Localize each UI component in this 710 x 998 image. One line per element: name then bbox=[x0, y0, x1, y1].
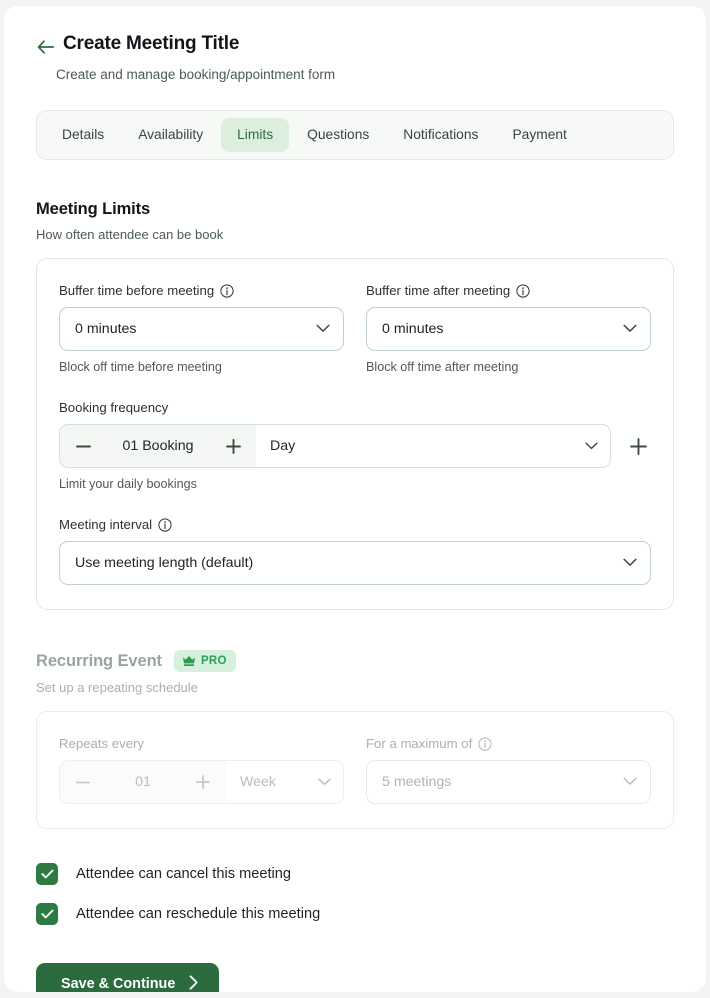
decrement-button[interactable] bbox=[60, 425, 106, 467]
booking-frequency-period-select[interactable]: Day bbox=[256, 425, 610, 467]
info-icon[interactable] bbox=[158, 517, 172, 532]
increment-button bbox=[180, 761, 226, 803]
chevron-down-icon bbox=[623, 321, 637, 337]
recurring-event-panel: Repeats every 01 Week For a maximum of 5… bbox=[36, 711, 674, 829]
option-reschedule-row[interactable]: Attendee can reschedule this meeting bbox=[36, 903, 674, 925]
meeting-interval-value: Use meeting length (default) bbox=[75, 555, 254, 571]
maximum-field: For a maximum of 5 meetings bbox=[366, 736, 651, 804]
booking-frequency-value: 01 Booking bbox=[122, 438, 194, 454]
pro-badge[interactable]: PRO bbox=[173, 650, 236, 672]
buffer-after-label-row: Buffer time after meeting bbox=[366, 283, 651, 298]
info-icon[interactable] bbox=[220, 283, 234, 298]
buffer-after-field: Buffer time after meeting 0 minutes Bloc… bbox=[366, 283, 651, 374]
crown-icon bbox=[182, 655, 196, 667]
booking-frequency-period-value: Day bbox=[270, 438, 296, 454]
maximum-label-row: For a maximum of bbox=[366, 736, 651, 751]
page-header: Create Meeting Title bbox=[36, 33, 674, 58]
maximum-select: 5 meetings bbox=[366, 760, 651, 804]
buffer-after-select[interactable]: 0 minutes bbox=[366, 307, 651, 351]
repeats-every-period-value: Week bbox=[240, 774, 277, 790]
meeting-interval-label-row: Meeting interval bbox=[59, 517, 651, 532]
option-cancel-label: Attendee can cancel this meeting bbox=[76, 866, 291, 882]
recurring-event-row: Repeats every 01 Week For a maximum of 5… bbox=[59, 736, 651, 804]
page-content: Create Meeting Title Create and manage b… bbox=[4, 6, 706, 992]
repeats-every-field: Repeats every 01 Week bbox=[59, 736, 344, 804]
repeats-every-stepper: 01 bbox=[60, 761, 226, 803]
buffer-before-value: 0 minutes bbox=[75, 321, 137, 337]
meeting-limits-title: Meeting Limits bbox=[36, 200, 151, 218]
recurring-event-header: Recurring Event PRO Set up a repeating s… bbox=[36, 650, 674, 695]
checkbox-attendee-can-reschedule[interactable] bbox=[36, 903, 58, 925]
booking-frequency-help: Limit your daily bookings bbox=[59, 477, 197, 491]
app-page: Create Meeting Title Create and manage b… bbox=[0, 0, 710, 998]
pro-badge-label: PRO bbox=[200, 655, 227, 667]
maximum-value: 5 meetings bbox=[382, 774, 452, 790]
option-cancel-row[interactable]: Attendee can cancel this meeting bbox=[36, 863, 674, 885]
chevron-down-icon bbox=[316, 321, 330, 337]
meeting-interval-label: Meeting interval bbox=[59, 517, 153, 532]
buffer-before-label-row: Buffer time before meeting bbox=[59, 283, 344, 298]
meeting-limits-subtitle: How often attendee can be book bbox=[36, 227, 224, 242]
booking-frequency-label-row: Booking frequency bbox=[59, 400, 651, 415]
option-reschedule-label: Attendee can reschedule this meeting bbox=[76, 906, 321, 922]
repeats-every-label: Repeats every bbox=[59, 736, 145, 751]
page-subtitle: Create and manage booking/appointment fo… bbox=[56, 67, 336, 82]
repeats-every-combo: 01 Week bbox=[59, 760, 344, 804]
buffer-before-help: Block off time before meeting bbox=[59, 360, 222, 374]
add-frequency-rule-button[interactable] bbox=[625, 433, 651, 459]
buffer-before-select[interactable]: 0 minutes bbox=[59, 307, 344, 351]
maximum-label: For a maximum of bbox=[366, 736, 473, 751]
tab-limits[interactable]: Limits bbox=[221, 118, 290, 152]
page-card: Create Meeting Title Create and manage b… bbox=[4, 6, 706, 992]
chevron-down-icon bbox=[623, 774, 637, 790]
tab-notifications[interactable]: Notifications bbox=[387, 118, 494, 152]
recurring-event-title-row: Recurring Event PRO bbox=[36, 650, 674, 672]
buffer-after-label: Buffer time after meeting bbox=[366, 283, 511, 298]
meeting-limits-panel: Buffer time before meeting 0 minutes Blo… bbox=[36, 258, 674, 610]
meeting-interval-select[interactable]: Use meeting length (default) bbox=[59, 541, 651, 585]
recurring-event-title: Recurring Event bbox=[36, 651, 162, 670]
info-icon[interactable] bbox=[516, 283, 530, 298]
repeats-every-label-row: Repeats every bbox=[59, 736, 344, 751]
repeats-every-period-select: Week bbox=[226, 761, 343, 803]
buffer-time-row: Buffer time before meeting 0 minutes Blo… bbox=[59, 283, 651, 374]
booking-frequency-field: Booking frequency 01 Booking Day Limit y… bbox=[59, 400, 651, 491]
repeats-every-value: 01 bbox=[135, 774, 151, 790]
decrement-button bbox=[60, 761, 106, 803]
buffer-after-help: Block off time after meeting bbox=[366, 360, 519, 374]
buffer-after-value: 0 minutes bbox=[382, 321, 444, 337]
save-and-continue-button[interactable]: Save & Continue bbox=[36, 963, 220, 993]
booking-frequency-row: 01 Booking Day bbox=[59, 424, 651, 468]
chevron-down-icon bbox=[585, 438, 598, 454]
chevron-down-icon bbox=[318, 774, 331, 790]
attendee-options: Attendee can cancel this meeting Attende… bbox=[36, 863, 674, 925]
tab-questions[interactable]: Questions bbox=[291, 118, 385, 152]
checkbox-attendee-can-cancel[interactable] bbox=[36, 863, 58, 885]
tab-payment[interactable]: Payment bbox=[496, 118, 582, 152]
meeting-interval-field: Meeting interval Use meeting length (def… bbox=[59, 517, 651, 585]
page-title: Create Meeting Title bbox=[63, 33, 240, 54]
meeting-limits-header: Meeting Limits How often attendee can be… bbox=[36, 200, 674, 242]
booking-frequency-stepper: 01 Booking bbox=[60, 425, 256, 467]
info-icon bbox=[478, 736, 492, 751]
increment-button[interactable] bbox=[210, 425, 256, 467]
buffer-before-field: Buffer time before meeting 0 minutes Blo… bbox=[59, 283, 344, 374]
recurring-event-subtitle: Set up a repeating schedule bbox=[36, 680, 198, 695]
tab-availability[interactable]: Availability bbox=[122, 118, 219, 152]
tab-bar: Details Availability Limits Questions No… bbox=[36, 110, 674, 160]
arrow-left-icon[interactable] bbox=[36, 36, 54, 58]
chevron-right-icon bbox=[189, 974, 199, 993]
chevron-down-icon bbox=[623, 555, 637, 571]
booking-frequency-combo: 01 Booking Day bbox=[59, 424, 611, 468]
save-button-label: Save & Continue bbox=[61, 976, 176, 992]
tab-details[interactable]: Details bbox=[46, 118, 120, 152]
booking-frequency-label: Booking frequency bbox=[59, 400, 169, 415]
buffer-before-label: Buffer time before meeting bbox=[59, 283, 215, 298]
